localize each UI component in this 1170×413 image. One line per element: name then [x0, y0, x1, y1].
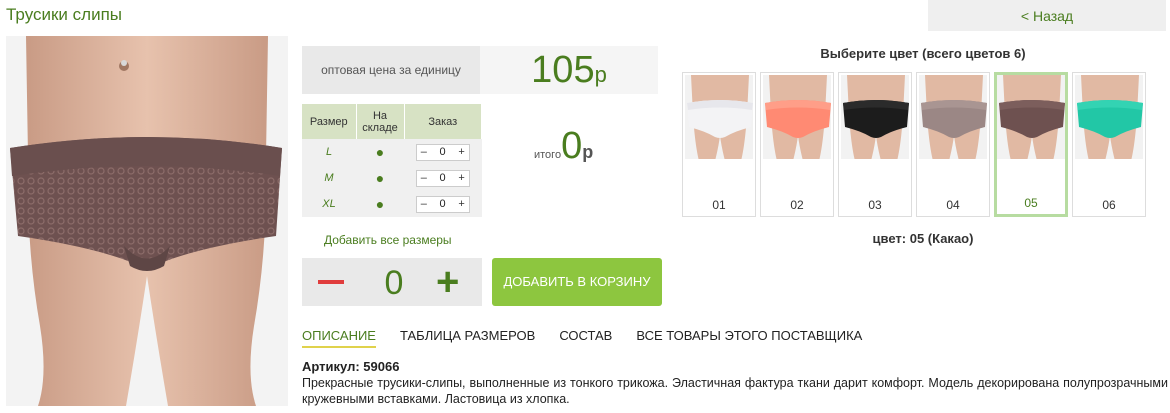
color-swatch-image — [685, 75, 753, 159]
size-label: M — [302, 165, 356, 191]
color-swatch[interactable]: 02 — [760, 72, 834, 217]
unit-price-label: оптовая цена за единицу — [302, 46, 480, 94]
table-row: M ● – 0 + — [302, 165, 482, 191]
total-currency: р — [582, 142, 594, 162]
plus-button[interactable]: + — [436, 262, 459, 302]
color-swatch-image — [997, 75, 1065, 159]
size-table: Размер На складе Заказ L ● – 0 + M ● – 0… — [302, 104, 482, 217]
color-picker-title: Выберите цвет (всего цветов 6) — [820, 46, 1026, 61]
quantity-value[interactable]: 0 — [370, 264, 418, 303]
article-number: Артикул: 59066 — [302, 359, 400, 374]
color-swatch-image — [1075, 75, 1143, 159]
color-swatch-image — [841, 75, 909, 159]
tab-size-chart[interactable]: ТАБЛИЦА РАЗМЕРОВ — [400, 328, 535, 348]
tab-composition[interactable]: СОСТАВ — [559, 328, 612, 348]
color-swatch[interactable]: 04 — [916, 72, 990, 217]
quantity-value[interactable]: 0 — [440, 146, 446, 158]
back-button[interactable]: < Назад — [928, 0, 1166, 31]
selected-color-label: цвет: 05 (Какао) — [872, 231, 974, 246]
order-column-header: Заказ — [404, 104, 482, 139]
color-code: 04 — [946, 198, 960, 212]
stock-column-header: На складе — [356, 104, 405, 139]
quantity-stepper: – 0 + — [415, 169, 470, 187]
increment-button[interactable]: + — [458, 146, 464, 158]
color-code: 05 — [1024, 196, 1038, 210]
color-code: 01 — [712, 198, 726, 212]
minus-button[interactable] — [318, 280, 344, 284]
color-swatch[interactable]: 06 — [1072, 72, 1146, 217]
decrement-button[interactable]: – — [421, 172, 427, 184]
color-swatch-image — [763, 75, 831, 159]
size-label: XL — [302, 191, 356, 217]
decrement-button[interactable]: – — [421, 198, 427, 210]
in-stock-icon: ● — [356, 139, 404, 165]
quantity-value[interactable]: 0 — [440, 198, 446, 210]
total-value: 0 — [561, 125, 583, 167]
color-code: 02 — [790, 198, 804, 212]
quantity-value[interactable]: 0 — [440, 172, 446, 184]
unit-price-value: 105 — [531, 49, 595, 91]
table-row: L ● – 0 + — [302, 139, 482, 165]
increment-button[interactable]: + — [458, 172, 464, 184]
color-swatch[interactable]: 03 — [838, 72, 912, 217]
total-label: итого — [534, 149, 562, 161]
increment-button[interactable]: + — [458, 198, 464, 210]
page-title: Трусики слипы — [6, 5, 122, 24]
size-column-header: Размер — [302, 104, 357, 139]
in-stock-icon: ● — [356, 191, 404, 217]
order-total: итого0р — [534, 125, 593, 168]
unit-price: 105р — [480, 46, 658, 94]
color-swatches: 01 02 03 04 05 06 — [682, 72, 1146, 217]
color-code: 03 — [868, 198, 882, 212]
product-description: Прекрасные трусики-слипы, выполненные из… — [302, 376, 1168, 406]
tab-supplier-products[interactable]: ВСЕ ТОВАРЫ ЭТОГО ПОСТАВЩИКА — [636, 328, 862, 348]
color-swatch[interactable]: 05 — [994, 72, 1068, 217]
color-swatch-image — [919, 75, 987, 159]
table-row: XL ● – 0 + — [302, 191, 482, 217]
color-code: 06 — [1102, 198, 1116, 212]
tab-description[interactable]: ОПИСАНИЕ — [302, 328, 376, 348]
quantity-stepper: – 0 + — [415, 143, 470, 161]
description-tabs: ОПИСАНИЕ ТАБЛИЦА РАЗМЕРОВ СОСТАВ ВСЕ ТОВ… — [302, 328, 862, 348]
decrement-button[interactable]: – — [421, 146, 427, 158]
unit-price-currency: р — [594, 62, 607, 87]
size-label: L — [302, 139, 356, 165]
product-photo — [6, 36, 288, 406]
color-swatch[interactable]: 01 — [682, 72, 756, 217]
quantity-selector: 0 + — [302, 258, 482, 306]
add-to-cart-button[interactable]: ДОБАВИТЬ В КОРЗИНУ — [492, 258, 662, 306]
in-stock-icon: ● — [356, 165, 404, 191]
quantity-stepper: – 0 + — [415, 195, 470, 213]
add-all-sizes-link[interactable]: Добавить все размеры — [324, 233, 452, 247]
